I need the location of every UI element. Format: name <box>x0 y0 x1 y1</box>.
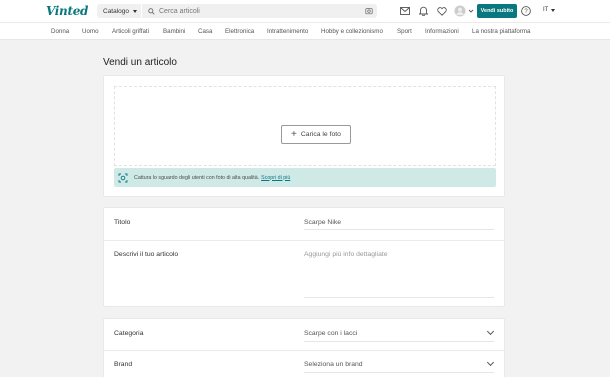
mail-icon[interactable] <box>400 7 410 15</box>
bell-icon[interactable] <box>419 6 428 16</box>
language-selector[interactable]: IT <box>543 7 556 13</box>
description-label: Descrivi il tuo articolo <box>114 251 179 258</box>
nav-item-hobby[interactable]: Hobby e collezionismo <box>321 28 383 35</box>
upload-photos-button[interactable]: + Carica le foto <box>281 125 351 144</box>
brand-label: Brand <box>114 361 133 368</box>
title-row: Titolo Scarpe Nike <box>104 208 504 239</box>
attributes-card: Categoria Scarpe con i lacci Brand Selez… <box>103 318 505 377</box>
heart-icon[interactable] <box>437 7 447 16</box>
chevron-down-icon <box>486 358 495 367</box>
tip-text: Cattura lo sguardo degli utenti con foto… <box>134 174 260 181</box>
title-underline <box>304 229 494 230</box>
category-label: Categoria <box>114 330 144 337</box>
nav-item-articoli-griffati[interactable]: Articoli griffati <box>112 28 149 35</box>
nav-item-sport[interactable]: Sport <box>397 28 412 35</box>
avatar[interactable] <box>454 5 474 17</box>
search-placeholder: Cerca articoli <box>159 7 200 15</box>
plus-icon: + <box>291 128 297 140</box>
brand-row[interactable]: Brand Seleziona un brand <box>104 351 504 377</box>
help-icon[interactable]: ? <box>521 6 531 16</box>
vinted-logo[interactable]: Vinted <box>46 4 88 18</box>
search-icon <box>148 7 155 15</box>
caret-down-icon <box>133 9 138 13</box>
chevron-down-icon <box>486 327 495 336</box>
search-input[interactable]: Cerca articoli <box>142 4 377 18</box>
page-title: Vendi un articolo <box>103 57 177 68</box>
learn-more-link[interactable]: Scopri di più <box>261 175 290 181</box>
details-card: Titolo Scarpe Nike Descrivi il tuo artic… <box>103 207 505 307</box>
photo-upload-card: + Carica le foto Cattura lo sguardo degl… <box>103 75 505 197</box>
brand-select[interactable]: Seleziona un brand <box>304 361 363 368</box>
caret-down-icon <box>551 8 556 12</box>
catalog-label: Catalogo <box>103 7 130 15</box>
catalog-dropdown[interactable]: Catalogo <box>97 4 141 18</box>
svg-text:?: ? <box>524 9 528 15</box>
sell-now-button[interactable]: Vendi subito <box>477 4 517 18</box>
nav-item-casa[interactable]: Casa <box>198 28 212 35</box>
title-label: Titolo <box>114 219 131 226</box>
nav-item-piattaforma[interactable]: La nostra piattaforma <box>472 28 530 35</box>
photo-tip-banner: Cattura lo sguardo degli utenti con foto… <box>114 168 496 187</box>
nav-item-donna[interactable]: Donna <box>51 28 69 35</box>
description-row: Descrivi il tuo articolo Aggiungi più in… <box>104 241 504 307</box>
brand-underline <box>304 372 494 373</box>
language-label: IT <box>543 7 549 13</box>
photo-drop-zone[interactable]: + Carica le foto <box>114 86 496 166</box>
category-underline <box>304 341 494 342</box>
category-row[interactable]: Categoria Scarpe con i lacci <box>104 319 504 350</box>
description-textarea[interactable]: Aggiungi più info dettagliate <box>304 251 388 258</box>
top-bar: Vinted Catalogo Cerca articoli Vendi sub… <box>0 0 610 22</box>
upload-photos-label: Carica le foto <box>300 131 341 138</box>
nav-item-informazioni[interactable]: Informazioni <box>425 28 459 35</box>
nav-item-bambini[interactable]: Bambini <box>163 28 185 35</box>
image-search-icon[interactable] <box>365 7 373 15</box>
nav-item-uomo[interactable]: Uomo <box>82 28 99 35</box>
category-select[interactable]: Scarpe con i lacci <box>304 330 357 337</box>
description-underline <box>304 297 494 298</box>
category-nav: Donna Uomo Articoli griffati Bambini Cas… <box>0 22 610 40</box>
nav-item-elettronica[interactable]: Elettronica <box>225 28 254 35</box>
nav-item-intrattenimento[interactable]: Intrattenimento <box>267 28 308 35</box>
title-input[interactable]: Scarpe Nike <box>304 219 341 226</box>
camera-focus-icon <box>118 173 128 182</box>
